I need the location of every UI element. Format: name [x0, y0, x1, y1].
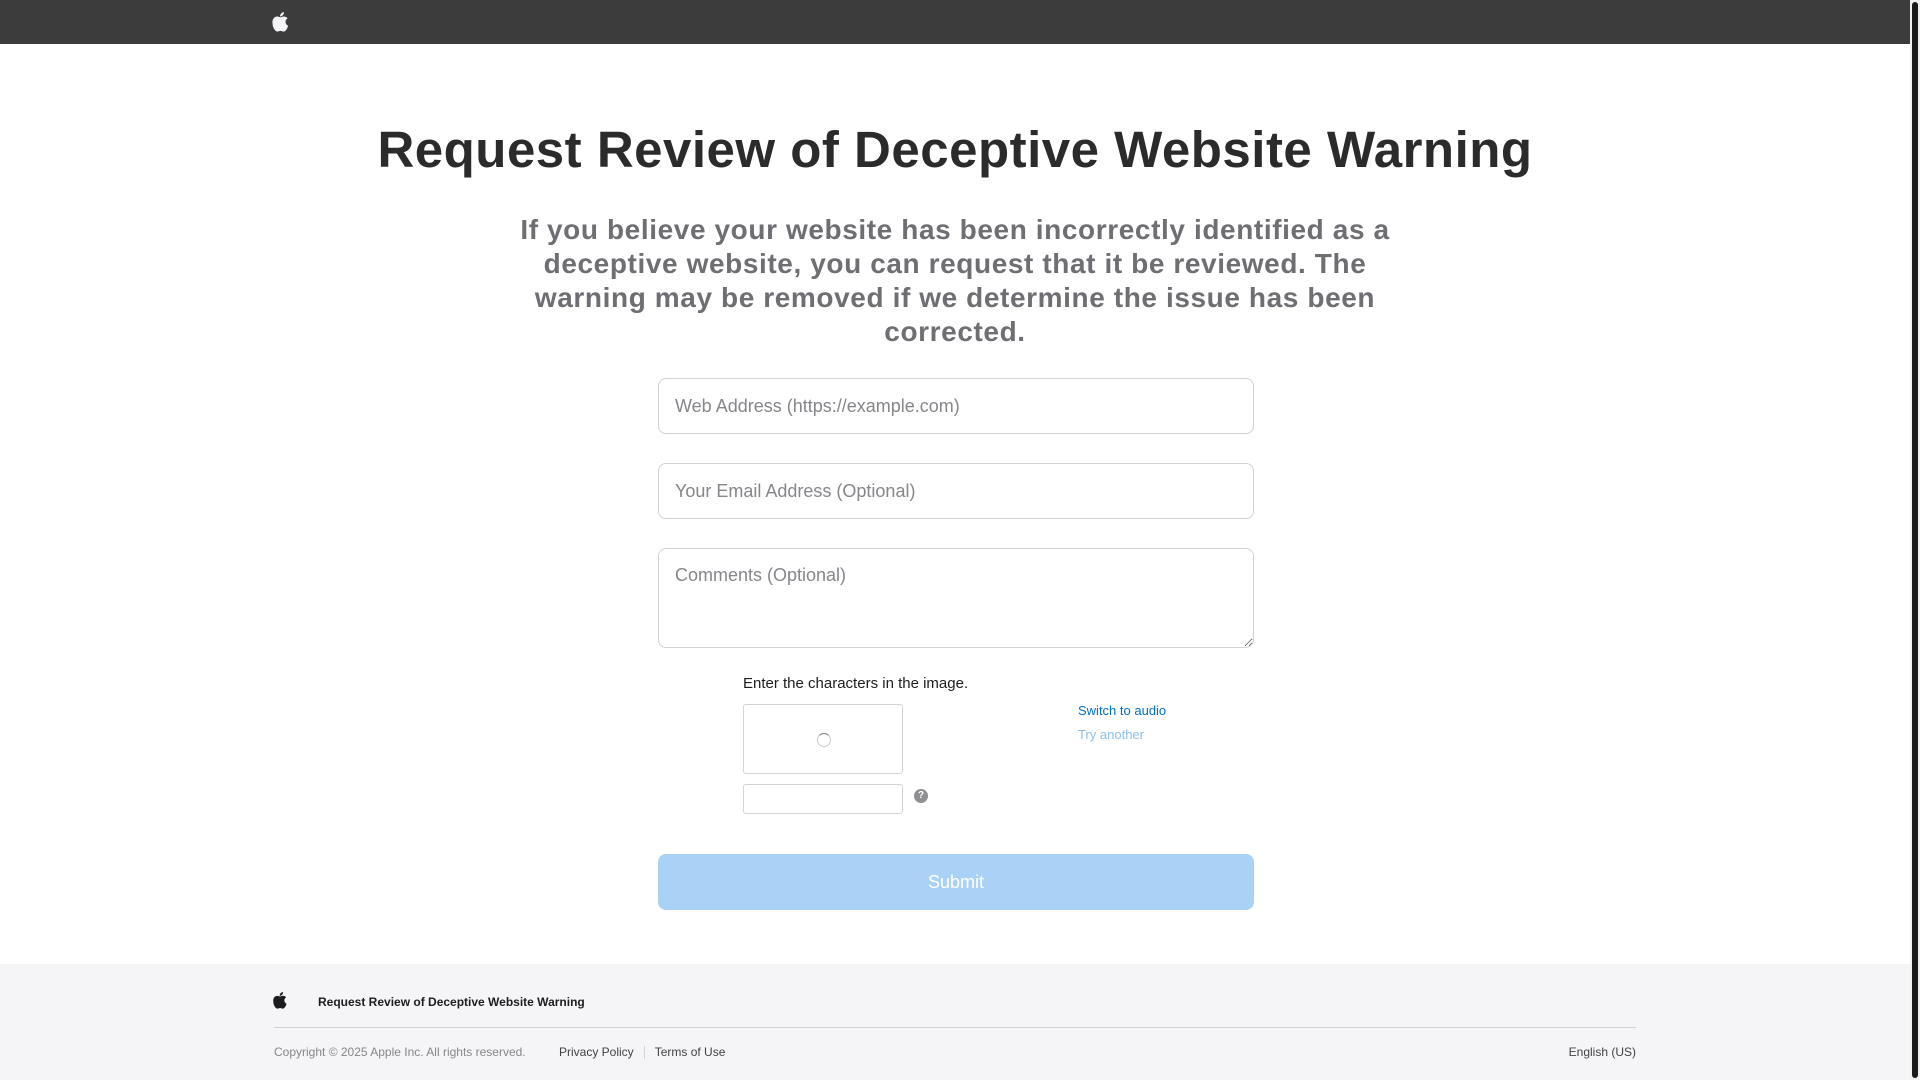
footer-copyright: Copyright © 2025 Apple Inc. All rights r…: [274, 1045, 526, 1059]
email-input[interactable]: [658, 463, 1254, 519]
question-mark-icon[interactable]: ?: [914, 789, 928, 803]
web-address-input[interactable]: [658, 378, 1254, 434]
switch-to-audio-link[interactable]: Switch to audio: [1078, 703, 1166, 718]
page-title: Request Review of Deceptive Website Warn…: [377, 121, 1533, 178]
comments-textarea[interactable]: [658, 548, 1254, 648]
apple-logo-icon[interactable]: [272, 12, 290, 32]
footer-divider: [274, 1027, 1636, 1028]
captcha-label: Enter the characters in the image.: [743, 675, 969, 692]
loading-spinner-icon: [817, 733, 831, 747]
page-intro: If you believe your website has been inc…: [520, 214, 1390, 347]
page: Request Review of Deceptive Website Warn…: [0, 0, 1920, 1080]
scrollbar-thumb[interactable]: [1912, 2, 1918, 1078]
language-selector-link[interactable]: English (US): [1569, 1045, 1636, 1059]
footer-link-separator: [643, 1045, 645, 1059]
submit-button[interactable]: Submit: [658, 854, 1254, 910]
global-footer: Request Review of Deceptive Website Warn…: [0, 964, 1910, 1080]
footer-breadcrumb: Request Review of Deceptive Website Warn…: [318, 995, 585, 1009]
terms-of-use-link[interactable]: Terms of Use: [655, 1045, 726, 1059]
global-nav: [0, 0, 1910, 44]
footer-legal-links: Privacy Policy Terms of Use: [559, 1045, 725, 1059]
privacy-policy-link[interactable]: Privacy Policy: [559, 1045, 634, 1059]
captcha-image: [743, 704, 903, 774]
apple-logo-icon[interactable]: [273, 992, 288, 1009]
try-another-link[interactable]: Try another: [1078, 727, 1144, 742]
vertical-scrollbar[interactable]: [1910, 0, 1920, 1080]
captcha-input[interactable]: [743, 784, 903, 814]
